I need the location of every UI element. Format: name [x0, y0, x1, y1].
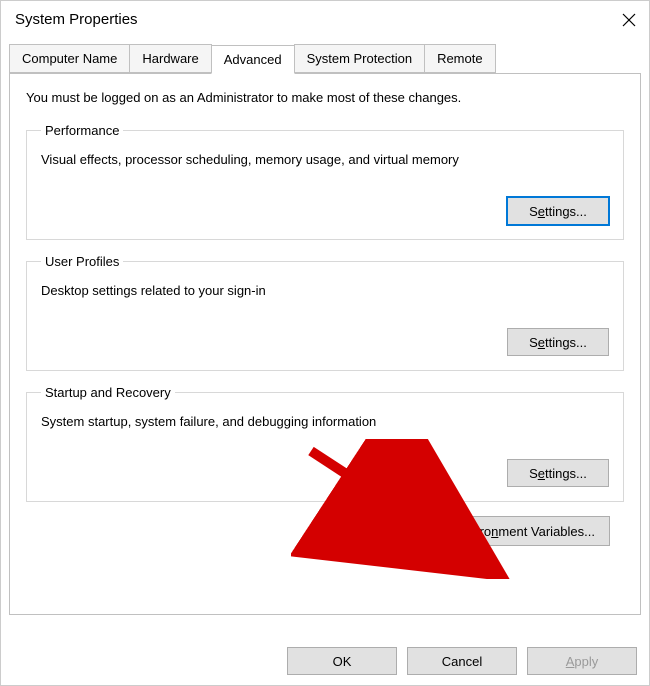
- advanced-panel: You must be logged on as an Administrato…: [9, 73, 641, 615]
- dialog-footer: OK Cancel Apply: [287, 647, 637, 675]
- tab-computer-name[interactable]: Computer Name: [9, 44, 130, 73]
- startup-recovery-desc: System startup, system failure, and debu…: [41, 414, 609, 429]
- titlebar: System Properties: [1, 1, 649, 34]
- window-title: System Properties: [15, 11, 138, 28]
- tab-system-protection[interactable]: System Protection: [294, 44, 426, 73]
- startup-recovery-settings-button[interactable]: Settings...: [507, 459, 609, 487]
- system-properties-dialog: System Properties Computer Name Hardware…: [0, 0, 650, 686]
- close-button[interactable]: [621, 12, 637, 28]
- cancel-button[interactable]: Cancel: [407, 647, 517, 675]
- tab-hardware[interactable]: Hardware: [129, 44, 211, 73]
- tab-remote[interactable]: Remote: [424, 44, 496, 73]
- close-icon: [621, 12, 637, 28]
- environment-variables-button[interactable]: Environment Variables...: [439, 516, 610, 546]
- user-profiles-desc: Desktop settings related to your sign-in: [41, 283, 609, 298]
- startup-recovery-group: Startup and Recovery System startup, sys…: [26, 385, 624, 502]
- performance-settings-button[interactable]: Settings...: [507, 197, 609, 225]
- user-profiles-group: User Profiles Desktop settings related t…: [26, 254, 624, 371]
- user-profiles-legend: User Profiles: [41, 254, 123, 269]
- tab-row: Computer Name Hardware Advanced System P…: [1, 44, 649, 73]
- performance-legend: Performance: [41, 123, 123, 138]
- tab-advanced[interactable]: Advanced: [211, 45, 295, 74]
- performance-desc: Visual effects, processor scheduling, me…: [41, 152, 609, 167]
- apply-button[interactable]: Apply: [527, 647, 637, 675]
- user-profiles-settings-button[interactable]: Settings...: [507, 328, 609, 356]
- ok-button[interactable]: OK: [287, 647, 397, 675]
- admin-note: You must be logged on as an Administrato…: [26, 90, 624, 105]
- performance-group: Performance Visual effects, processor sc…: [26, 123, 624, 240]
- startup-recovery-legend: Startup and Recovery: [41, 385, 175, 400]
